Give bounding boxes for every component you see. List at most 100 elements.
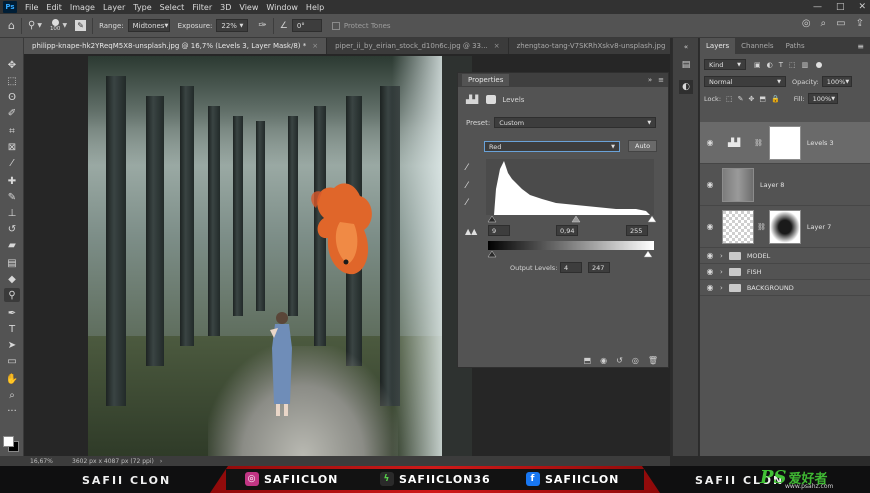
history-brush-icon[interactable]: ↺ <box>4 222 20 236</box>
menu-filter[interactable]: Filter <box>192 3 212 12</box>
reset-icon[interactable]: ↺ <box>616 356 623 365</box>
lock-artboard-icon[interactable]: ⬒ <box>759 95 766 103</box>
lock-all-icon[interactable]: 🔒 <box>771 95 780 103</box>
clone-stamp-icon[interactable]: ⊥ <box>4 206 20 220</box>
brush-preset-picker[interactable]: 100 <box>50 19 60 32</box>
lock-image-icon[interactable]: ✎ <box>738 95 744 103</box>
pressure-size-icon[interactable]: ◎ <box>802 18 811 29</box>
link-icon[interactable]: ⛓ <box>757 223 766 231</box>
healing-brush-icon[interactable]: ✚ <box>4 174 20 188</box>
chevron-down-icon[interactable]: ▼ <box>37 22 42 29</box>
blend-mode-select[interactable]: Normal ▼ <box>704 76 786 87</box>
crop-tool-icon[interactable]: ⌗ <box>4 124 20 138</box>
input-black-field[interactable]: 9 <box>488 225 510 236</box>
foreground-color-swatch[interactable] <box>3 436 14 447</box>
close-icon[interactable]: × <box>312 42 318 50</box>
move-tool-icon[interactable]: ✥ <box>4 58 20 72</box>
filter-smart-icon[interactable]: ▥ <box>802 61 809 69</box>
menu-3d[interactable]: 3D <box>220 3 231 12</box>
auto-button[interactable]: Auto <box>628 140 658 152</box>
filter-shape-icon[interactable]: ⬚ <box>789 61 796 69</box>
dodge-tool-icon[interactable]: ⚲ <box>4 288 20 302</box>
home-icon[interactable]: ⌂ <box>8 19 15 32</box>
input-white-field[interactable]: 255 <box>626 225 648 236</box>
fill-field[interactable]: 100% ▼ <box>807 93 838 104</box>
view-previous-icon[interactable]: ◉ <box>600 356 607 365</box>
layer-thumbnail[interactable] <box>722 167 754 202</box>
zoom-level[interactable]: 16,67% <box>30 458 70 465</box>
marquee-tool-icon[interactable]: ⬚ <box>4 74 20 88</box>
layer-row[interactable]: ◉ Layer 8 <box>700 164 870 206</box>
menu-image[interactable]: Image <box>70 3 95 12</box>
menu-window[interactable]: Window <box>266 3 298 12</box>
channel-select[interactable]: Red ▼ <box>484 141 620 152</box>
layer-row[interactable]: ◉ ▟▟ ⛓ Levels 3 <box>700 122 870 164</box>
menu-select[interactable]: Select <box>160 3 185 12</box>
frame-tool-icon[interactable]: ⊠ <box>4 140 20 154</box>
output-black-field[interactable]: 4 <box>560 262 582 273</box>
clipping-warning-icon[interactable]: ▲▲ <box>465 227 477 236</box>
menu-type[interactable]: Type <box>133 3 151 12</box>
close-window-button[interactable]: ✕ <box>858 2 866 12</box>
filter-pixel-icon[interactable]: ▣ <box>754 61 761 69</box>
chevron-right-icon[interactable]: › <box>720 284 723 292</box>
visibility-eye-icon[interactable]: ◉ <box>700 222 720 231</box>
visibility-eye-icon[interactable]: ◉ <box>700 267 720 276</box>
collapse-icon[interactable]: « <box>679 40 693 54</box>
chevron-right-icon[interactable]: › <box>160 458 162 465</box>
document-info[interactable]: 3602 px x 4087 px (72 ppi) <box>72 458 154 465</box>
menu-help[interactable]: Help <box>306 3 324 12</box>
menu-view[interactable]: View <box>239 3 258 12</box>
path-select-icon[interactable]: ➤ <box>4 338 20 352</box>
workspace-icon[interactable]: ▭ <box>836 18 845 29</box>
tab-layers[interactable]: Layers <box>700 38 736 54</box>
tab-document-3[interactable]: zhengtao-tang-V7SKRhXskv8-unsplash.jpg × <box>509 38 687 54</box>
brush-tool-icon[interactable]: ✎ <box>4 190 20 204</box>
layer-mask-thumbnail[interactable] <box>768 209 801 244</box>
preset-select[interactable]: Custom ▼ <box>494 117 657 128</box>
search-icon[interactable]: ⌕ <box>821 18 827 29</box>
menu-file[interactable]: File <box>25 3 38 12</box>
kind-filter-select[interactable]: Kind ▼ <box>704 59 746 70</box>
blur-tool-icon[interactable]: ◆ <box>4 272 20 286</box>
layer-group-row[interactable]: ◉ › FISH <box>700 264 870 280</box>
maximize-button[interactable]: □ <box>836 2 845 12</box>
menu-edit[interactable]: Edit <box>46 3 62 12</box>
adjustments-icon[interactable]: ◐ <box>679 80 693 94</box>
tab-document-2[interactable]: piper_ii_by_eirian_stock_d10n6c.jpg @ 33… <box>327 38 509 54</box>
dodge-tool-icon[interactable]: ⚲ <box>28 20 35 31</box>
collapse-icon[interactable]: » <box>648 76 652 84</box>
input-levels-slider[interactable] <box>486 213 656 223</box>
hand-tool-icon[interactable]: ✋ <box>4 372 20 386</box>
type-tool-icon[interactable]: T <box>4 322 20 336</box>
output-white-field[interactable]: 247 <box>588 262 610 273</box>
panel-menu-icon[interactable]: ≡ <box>658 76 664 84</box>
angle-input[interactable]: 0° <box>291 19 322 32</box>
visibility-eye-icon[interactable]: ◉ <box>700 283 720 292</box>
lock-transparent-icon[interactable]: ⬚ <box>726 95 733 103</box>
opacity-field[interactable]: 100% ▼ <box>821 76 852 87</box>
lasso-tool-icon[interactable]: ʘ <box>4 90 20 104</box>
input-gamma-field[interactable]: 0,94 <box>556 225 578 236</box>
link-icon[interactable]: ⛓ <box>754 139 763 147</box>
tab-document-1[interactable]: philipp-knape-hk2YReqM5X8-unsplash.jpg @… <box>24 38 328 54</box>
history-icon[interactable]: ▤ <box>679 58 693 72</box>
protect-tones-checkbox[interactable] <box>331 21 340 30</box>
mask-icon[interactable] <box>486 95 497 104</box>
layer-group-row[interactable]: ◉ › MODEL <box>700 248 870 264</box>
zoom-tool-icon[interactable]: ⌕ <box>4 388 20 402</box>
delete-icon[interactable]: 🗑 <box>648 356 658 365</box>
rectangle-tool-icon[interactable]: ▭ <box>4 354 20 368</box>
more-tools-icon[interactable]: ··· <box>4 404 20 418</box>
quick-select-tool-icon[interactable]: ✐ <box>4 106 20 120</box>
tab-paths[interactable]: Paths <box>780 38 811 54</box>
properties-tab[interactable]: Properties <box>462 74 510 86</box>
visibility-eye-icon[interactable]: ◉ <box>700 251 720 260</box>
eraser-tool-icon[interactable]: ▰ <box>4 238 20 252</box>
pen-tool-icon[interactable]: ✒ <box>4 306 20 320</box>
chevron-right-icon[interactable]: › <box>720 268 723 276</box>
filter-adjustment-icon[interactable]: ◐ <box>767 61 773 69</box>
layer-row[interactable]: ◉ ⛓ Layer 7 <box>700 206 870 248</box>
visibility-eye-icon[interactable]: ◉ <box>700 138 720 147</box>
clip-to-layer-icon[interactable]: ⬒ <box>584 356 592 365</box>
